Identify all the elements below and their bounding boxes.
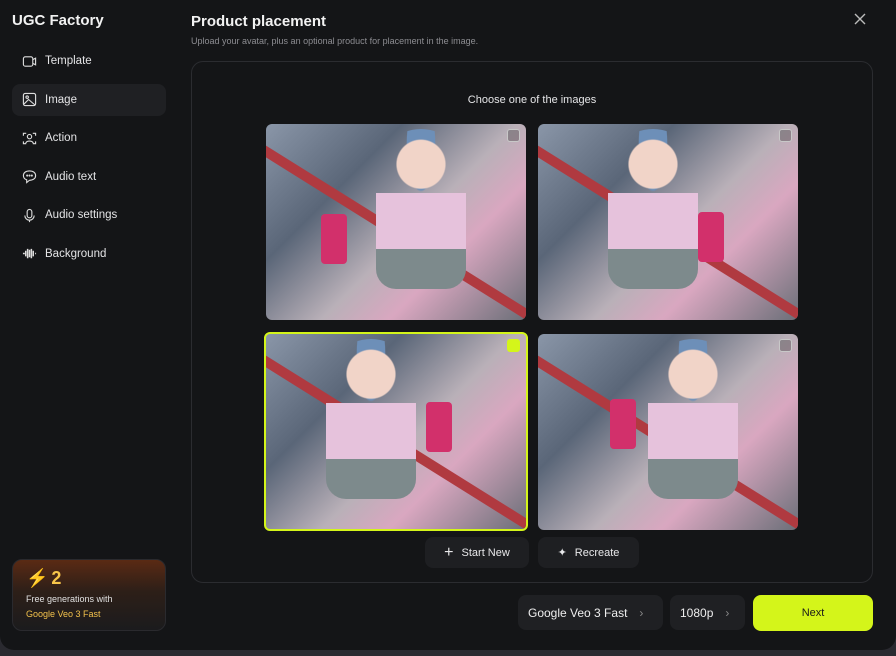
sidebar-item-audio-text[interactable]: Audio text xyxy=(12,161,166,193)
image-choice-panel: Choose one of the images + Start New ✦ Rec… xyxy=(191,61,873,583)
sparkle-icon: ✦ xyxy=(557,547,567,559)
image-checkbox[interactable] xyxy=(507,129,520,142)
sidebar-item-background[interactable]: Background xyxy=(12,238,166,270)
app-title: UGC Factory xyxy=(12,12,104,29)
image-checkbox-checked[interactable] xyxy=(507,339,520,352)
person-scan-icon xyxy=(22,132,37,144)
image-option-3[interactable] xyxy=(264,332,528,531)
choose-prompt: Choose one of the images xyxy=(467,94,597,106)
sidebar-item-label: Audio settings xyxy=(45,209,118,221)
chat-icon xyxy=(22,170,37,184)
start-new-label: Start New xyxy=(461,546,510,559)
sidebar-item-label: Background xyxy=(45,247,107,260)
sidebar-item-label: Action xyxy=(45,132,77,144)
sidebar-item-label: Template xyxy=(45,55,92,67)
model-label: Google Veo 3 Fast xyxy=(528,605,628,620)
plus-icon: + xyxy=(444,543,454,561)
image-checkbox[interactable] xyxy=(779,129,792,142)
sidebar-item-image[interactable]: Image xyxy=(12,83,166,116)
sidebar-item-action[interactable]: Action xyxy=(12,122,166,154)
sidebar-item-template[interactable]: Template xyxy=(12,45,166,77)
close-icon[interactable] xyxy=(852,11,868,27)
page-title: Product placement xyxy=(191,13,327,30)
image-icon xyxy=(22,92,37,107)
chevron-right-icon: › xyxy=(639,605,644,620)
microphone-icon xyxy=(24,208,35,222)
generation-count: 2 xyxy=(51,568,62,588)
sidebar-item-label: Audio text xyxy=(45,170,97,183)
recreate-button[interactable]: ✦ Recreate xyxy=(538,537,639,568)
page-subtitle: Upload your avatar, plus an optional pro… xyxy=(191,36,479,46)
image-option-4[interactable] xyxy=(538,334,798,530)
free-generations-card[interactable]: ⚡ 2 Free generations with Google Veo 3 Fa… xyxy=(12,559,166,631)
model-selector[interactable]: Google Veo 3 Fast › xyxy=(518,595,663,630)
promo-model: Google Veo 3 Fast xyxy=(26,609,101,619)
image-option-1[interactable] xyxy=(266,124,526,320)
promo-text: Free generations with xyxy=(26,594,113,604)
sidebar-item-audio-settings[interactable]: Audio settings xyxy=(12,199,166,231)
start-new-button[interactable]: + Start New xyxy=(425,537,529,568)
resolution-selector[interactable]: 1080p › xyxy=(670,595,745,630)
sidebar-item-label: Image xyxy=(45,93,77,106)
lightning-icon: ⚡ xyxy=(26,568,49,588)
recreate-label: Recreate xyxy=(574,546,620,559)
sidebar-nav: Template Image Action Audio text Audio s… xyxy=(12,45,166,276)
waveform-icon xyxy=(22,248,37,259)
image-option-2[interactable] xyxy=(538,124,798,320)
resolution-label: 1080p xyxy=(680,605,714,620)
next-button[interactable]: Next xyxy=(753,595,873,631)
modal-window: UGC Factory Template Image Action Audio … xyxy=(0,0,896,650)
video-icon xyxy=(22,55,37,67)
chevron-right-icon: › xyxy=(725,605,730,620)
image-checkbox[interactable] xyxy=(779,339,792,352)
